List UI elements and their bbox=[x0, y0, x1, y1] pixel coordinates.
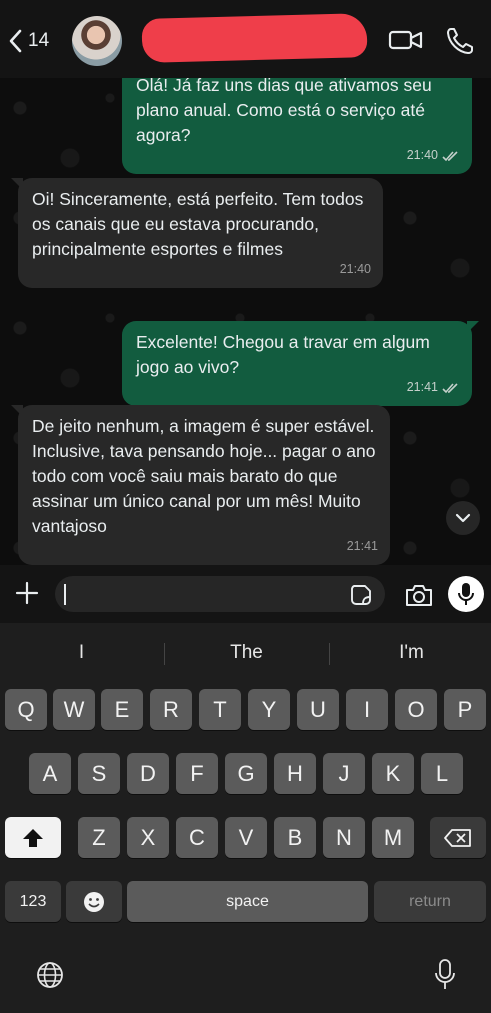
bubble-tail bbox=[467, 321, 479, 333]
backspace-key[interactable] bbox=[430, 817, 486, 858]
key-h[interactable]: H bbox=[274, 753, 316, 794]
double-check-icon bbox=[442, 150, 458, 161]
globe-icon[interactable] bbox=[35, 960, 65, 990]
key-t[interactable]: T bbox=[199, 689, 241, 730]
emoji-icon bbox=[84, 891, 104, 912]
key-j[interactable]: J bbox=[323, 753, 365, 794]
chevron-left-icon bbox=[9, 29, 22, 53]
key-l[interactable]: L bbox=[421, 753, 463, 794]
key-z[interactable]: Z bbox=[78, 817, 120, 858]
message-bubble-incoming[interactable]: Oi! Sinceramente, está perfeito. Tem tod… bbox=[11, 178, 383, 288]
message-text: Excelente! Chegou a travar em algum jogo… bbox=[136, 332, 430, 377]
chat-header: 14 bbox=[0, 0, 491, 78]
key-b[interactable]: B bbox=[274, 817, 316, 858]
key-s[interactable]: S bbox=[78, 753, 120, 794]
key-g[interactable]: G bbox=[225, 753, 267, 794]
message-meta: 21:40 bbox=[340, 257, 371, 282]
space-key[interactable]: space bbox=[127, 881, 368, 922]
message-meta: 21:41 bbox=[347, 534, 378, 559]
return-key[interactable]: return bbox=[374, 881, 486, 922]
key-y[interactable]: Y bbox=[248, 689, 290, 730]
message-bubble-outgoing[interactable]: Excelente! Chegou a travar em algum jogo… bbox=[122, 321, 479, 406]
text-cursor bbox=[64, 584, 66, 605]
key-v[interactable]: V bbox=[225, 817, 267, 858]
key-q[interactable]: Q bbox=[5, 689, 47, 730]
message-text: Oi! Sinceramente, está perfeito. Tem tod… bbox=[32, 189, 364, 259]
key-d[interactable]: D bbox=[127, 753, 169, 794]
key-e[interactable]: E bbox=[101, 689, 143, 730]
bubble-tail bbox=[11, 405, 23, 417]
shift-key[interactable] bbox=[5, 817, 61, 858]
suggestion-1[interactable]: I bbox=[0, 633, 163, 673]
avatar[interactable] bbox=[72, 16, 122, 66]
plus-icon[interactable] bbox=[14, 580, 40, 606]
chat-area[interactable]: Olá! Já faz uns dias que ativamos seu pl… bbox=[0, 78, 491, 565]
message-time: 21:41 bbox=[406, 380, 438, 394]
key-m[interactable]: M bbox=[372, 817, 414, 858]
name-redaction bbox=[141, 13, 368, 63]
message-time: 21:40 bbox=[406, 148, 438, 162]
key-x[interactable]: X bbox=[127, 817, 169, 858]
bubble-tail bbox=[11, 178, 23, 190]
message-input[interactable] bbox=[55, 576, 385, 612]
composer-bar bbox=[0, 565, 491, 623]
phone-icon[interactable] bbox=[445, 26, 475, 56]
numbers-key[interactable]: 123 bbox=[5, 881, 61, 922]
key-w[interactable]: W bbox=[53, 689, 95, 730]
dictation-mic-icon[interactable] bbox=[433, 958, 457, 992]
backspace-icon bbox=[444, 828, 471, 847]
message-text: De jeito nenhum, a imagem é super estáve… bbox=[32, 416, 376, 536]
message-meta: 21:40 bbox=[407, 143, 460, 168]
suggestion-3[interactable]: I'm bbox=[330, 633, 491, 673]
key-k[interactable]: K bbox=[372, 753, 414, 794]
key-i[interactable]: I bbox=[346, 689, 388, 730]
mic-button[interactable] bbox=[448, 576, 484, 612]
camera-icon[interactable] bbox=[404, 582, 434, 608]
video-call-icon[interactable] bbox=[388, 26, 424, 54]
key-o[interactable]: O bbox=[395, 689, 437, 730]
message-bubble-outgoing[interactable]: Olá! Já faz uns dias que ativamos seu pl… bbox=[122, 78, 472, 174]
suggestion-2[interactable]: The bbox=[165, 633, 328, 673]
key-u[interactable]: U bbox=[297, 689, 339, 730]
scroll-to-bottom-button[interactable] bbox=[446, 501, 480, 535]
key-r[interactable]: R bbox=[150, 689, 192, 730]
key-a[interactable]: A bbox=[29, 753, 71, 794]
key-f[interactable]: F bbox=[176, 753, 218, 794]
message-text: Olá! Já faz uns dias que ativamos seu pl… bbox=[136, 78, 432, 145]
message-time: 21:40 bbox=[339, 262, 371, 276]
microphone-icon bbox=[458, 583, 474, 605]
message-time: 21:41 bbox=[346, 539, 378, 553]
keyboard: I The I'm Q W E R T Y U I O P A S D F G … bbox=[0, 623, 491, 1013]
key-n[interactable]: N bbox=[323, 817, 365, 858]
message-bubble-incoming[interactable]: De jeito nenhum, a imagem é super estáve… bbox=[11, 405, 390, 565]
double-check-icon bbox=[442, 382, 458, 393]
back-button[interactable]: 14 bbox=[8, 26, 49, 56]
sticker-icon[interactable] bbox=[350, 584, 372, 606]
message-meta: 21:41 bbox=[407, 375, 460, 400]
key-c[interactable]: C bbox=[176, 817, 218, 858]
unread-count: 14 bbox=[28, 30, 50, 51]
key-p[interactable]: P bbox=[444, 689, 486, 730]
emoji-key[interactable] bbox=[66, 881, 122, 922]
shift-icon bbox=[23, 828, 43, 847]
chevron-down-icon bbox=[455, 513, 471, 523]
